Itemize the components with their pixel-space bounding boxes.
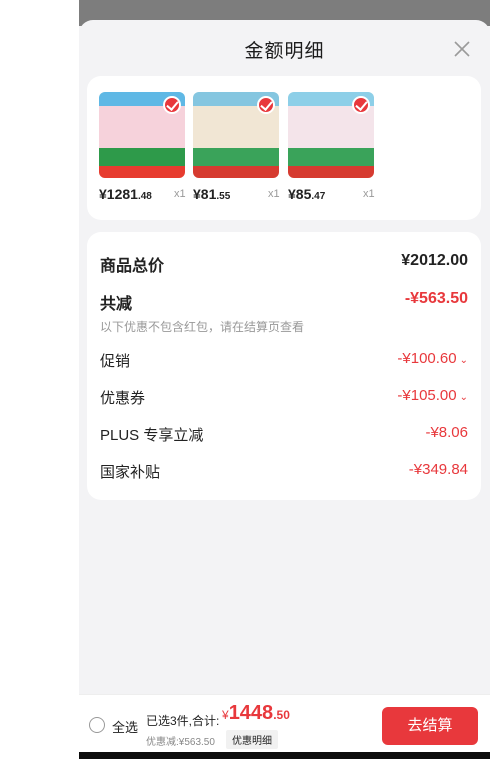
product-thumbnail	[99, 92, 185, 178]
promotion-label: 促销	[100, 353, 131, 370]
chevron-down-icon: ⌄	[459, 392, 468, 403]
product-thumbnail	[193, 92, 279, 178]
total-reduction-row: 共减 -¥563.50	[100, 290, 468, 313]
selected-check-icon	[352, 96, 370, 114]
total-price-label: 商品总价	[100, 258, 165, 275]
close-icon[interactable]	[451, 38, 473, 60]
total-price-row: 商品总价 ¥2012.00	[100, 252, 468, 275]
product-item[interactable]: ¥85.47 x1	[288, 92, 375, 202]
select-all-radio[interactable]	[89, 717, 105, 733]
coupon-row[interactable]: 优惠券 -¥105.00 ⌄	[100, 387, 468, 409]
total-price-value: ¥2012.00	[401, 252, 468, 269]
selected-check-icon	[163, 96, 181, 114]
plus-discount-row: PLUS 专享立减 -¥8.06	[100, 424, 468, 446]
plus-discount-value: -¥8.06	[425, 424, 468, 441]
discount-note: 以下优惠不包含红包，请在结算页查看	[100, 320, 305, 334]
product-qty: x1	[363, 188, 375, 200]
product-list-card: ¥1281.48 x1 ¥81.55 x1 ¥85.47 x1	[87, 76, 481, 220]
promotion-row[interactable]: 促销 -¥100.60 ⌄	[100, 350, 468, 372]
select-all-label[interactable]: 全选	[112, 717, 138, 736]
promotion-value: -¥100.60 ⌄	[397, 350, 468, 367]
checkout-bar: 全选 已选3件,合计: ¥1448.50 优惠减:¥563.50 优惠明细 去结…	[79, 694, 490, 752]
product-qty: x1	[268, 188, 280, 200]
selected-count-text: 已选3件,合计:	[146, 714, 220, 728]
national-subsidy-row: 国家补贴 -¥349.84	[100, 461, 468, 483]
price-summary-card: 商品总价 ¥2012.00 共减 -¥563.50 以下优惠不包含红包，请在结算…	[87, 232, 481, 500]
national-subsidy-value: -¥349.84	[408, 461, 468, 478]
selected-check-icon	[257, 96, 275, 114]
amount-detail-sheet: 金额明细 ¥1281.48 x1 ¥81.55 x1 ¥85.47 x1 商品总…	[79, 20, 490, 759]
plus-discount-label: PLUS 专享立减	[100, 427, 204, 444]
discount-detail-button[interactable]: 优惠明细	[226, 730, 278, 749]
product-item[interactable]: ¥1281.48 x1	[99, 92, 186, 202]
national-subsidy-label: 国家补贴	[100, 464, 161, 481]
phone-screen: 金额明细 ¥1281.48 x1 ¥81.55 x1 ¥85.47 x1 商品总…	[79, 0, 490, 759]
product-item[interactable]: ¥81.55 x1	[193, 92, 280, 202]
coupon-label: 优惠券	[100, 390, 146, 407]
total-reduction-label: 共减	[100, 296, 133, 313]
chevron-down-icon: ⌄	[459, 355, 468, 366]
product-qty: x1	[174, 188, 186, 200]
sheet-title: 金额明细	[244, 41, 325, 62]
coupon-value: -¥105.00 ⌄	[397, 387, 468, 404]
total-amount: ¥1448.50	[222, 702, 290, 724]
home-indicator-bar	[79, 752, 490, 759]
total-reduction-value: -¥563.50	[404, 290, 468, 307]
product-thumbnail	[288, 92, 374, 178]
checkout-button[interactable]: 去结算	[382, 707, 478, 745]
discount-amount-text: 优惠减:¥563.50	[146, 737, 215, 748]
